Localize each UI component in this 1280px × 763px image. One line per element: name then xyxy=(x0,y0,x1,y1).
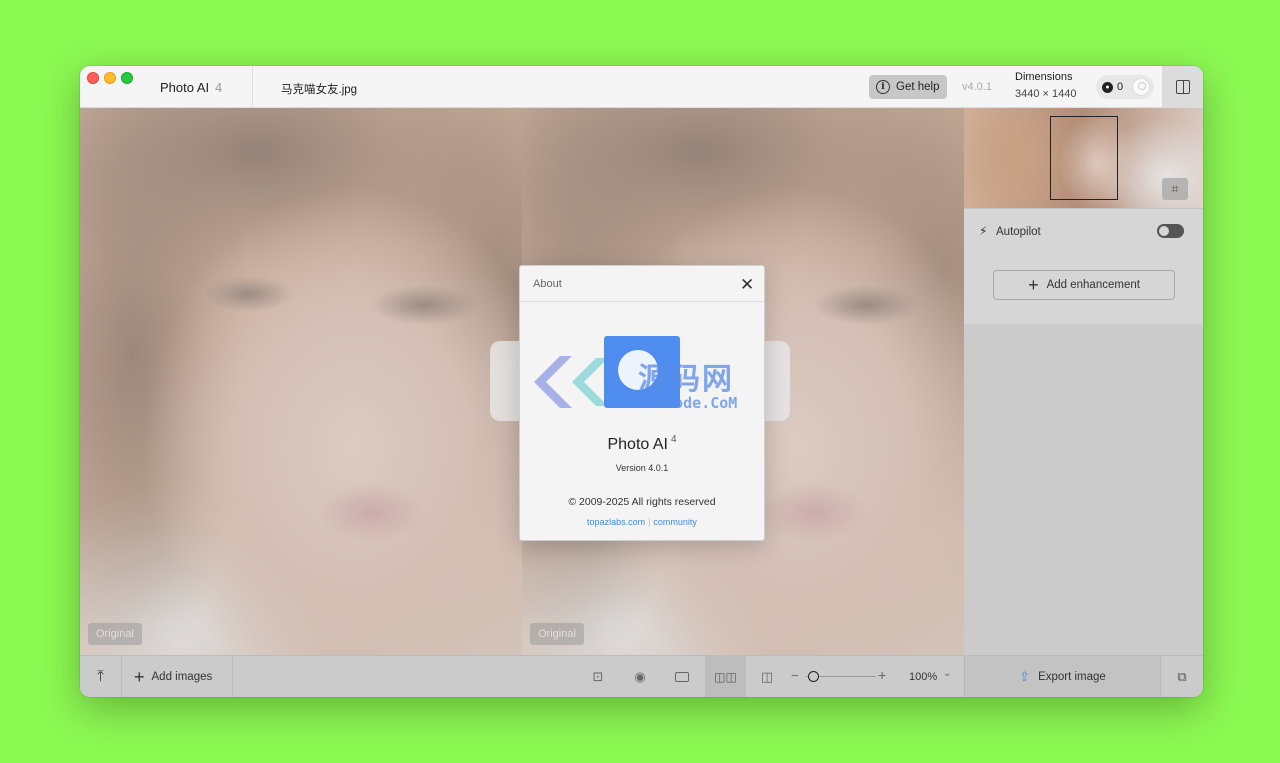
single-view-icon xyxy=(675,672,689,682)
zoom-out-button[interactable]: − xyxy=(791,668,799,683)
export-settings-button[interactable]: ⧉ xyxy=(1160,656,1203,697)
autopilot-label: Autopilot xyxy=(996,226,1041,238)
toolbar-divider xyxy=(232,656,233,697)
original-tag: Original xyxy=(530,623,584,645)
modal-dim-overlay xyxy=(80,108,522,655)
original-pane[interactable]: Original xyxy=(80,108,522,655)
title-bar: Photo AI 4 马克喵女友.jpg i Get help v4.0.1 D… xyxy=(80,66,1203,108)
right-sidebar: ⌗ ⚡ Autopilot + Add enhancement xyxy=(964,108,1203,655)
about-dialog: About ✕ 源码网 52Scode.CoM Photo AI 4 Versio… xyxy=(519,265,765,541)
dialog-copyright: © 2009-2025 All rights reserved xyxy=(568,496,716,508)
app-name: Photo AI xyxy=(160,80,210,95)
share-icon: ⇪ xyxy=(1019,669,1031,684)
info-icon: i xyxy=(876,80,890,94)
upload-button[interactable]: ⤒ xyxy=(80,656,122,697)
dialog-version: Version 4.0.1 xyxy=(615,463,669,473)
split-view-button[interactable]: ◫ xyxy=(755,666,779,688)
dialog-links: topazlabs.com | community xyxy=(520,517,764,527)
watermark-subtext: 52Scode.CoM xyxy=(638,394,738,412)
export-settings-icon: ⧉ xyxy=(1177,669,1187,684)
navigator-thumbnail[interactable]: ⌗ xyxy=(964,108,1203,208)
bolt-icon: ⚡ xyxy=(979,224,988,238)
dialog-app-major: 4 xyxy=(670,434,677,445)
avatar xyxy=(1132,78,1150,96)
navigator-viewport-frame[interactable] xyxy=(1050,116,1118,200)
credits-account-button[interactable]: ● 0 xyxy=(1096,75,1154,99)
crop-icon: ⌗ xyxy=(1171,181,1179,196)
bottom-toolbar: ⤒ + Add images ⊡ ◉ ◫◫ ◫ − + 100% ⌄ ⇪ Exp… xyxy=(80,655,1203,697)
close-window-button[interactable] xyxy=(87,72,99,84)
topazlabs-link[interactable]: topazlabs.com xyxy=(587,517,645,527)
zoom-value[interactable]: 100% xyxy=(909,671,937,683)
toggle-visibility-button[interactable]: ◉ xyxy=(628,666,652,688)
autopilot-toggle[interactable] xyxy=(1157,224,1184,238)
titlebar-divider xyxy=(252,66,253,108)
add-images-button[interactable]: + Add images xyxy=(134,668,212,686)
crop-button[interactable]: ⌗ xyxy=(1162,178,1188,200)
export-label: Export image xyxy=(1038,671,1106,683)
dialog-title: About xyxy=(533,278,562,290)
panel-toggle-icon xyxy=(1175,80,1190,94)
watermark-text: 源码网 xyxy=(638,362,734,397)
add-enhancement-button[interactable]: + Add enhancement xyxy=(993,270,1175,300)
add-images-label: Add images xyxy=(151,671,213,683)
file-name: 马克喵女友.jpg xyxy=(281,84,358,96)
face-scan-icon: ⊡ xyxy=(592,669,604,684)
minimize-window-button[interactable] xyxy=(104,72,116,84)
close-icon[interactable]: ✕ xyxy=(740,276,754,293)
zoom-window-button[interactable] xyxy=(121,72,133,84)
chevron-down-icon[interactable]: ⌄ xyxy=(943,668,951,679)
panel-toggle-button[interactable] xyxy=(1162,66,1203,108)
side-by-side-view-button[interactable]: ◫◫ xyxy=(705,656,746,697)
autopilot-section: ⚡ Autopilot + Add enhancement xyxy=(964,208,1203,324)
zoom-in-button[interactable]: + xyxy=(878,667,886,683)
dimensions-value: 3440 × 1440 xyxy=(1015,88,1077,100)
get-help-label: Get help xyxy=(896,81,940,93)
eye-icon: ◉ xyxy=(634,669,646,684)
dimensions-label: Dimensions xyxy=(1015,71,1073,83)
coin-icon: ● xyxy=(1102,81,1113,93)
app-major-version: 4 xyxy=(215,80,223,95)
app-version: v4.0.1 xyxy=(962,81,992,93)
get-help-button[interactable]: i Get help xyxy=(869,75,947,99)
plus-icon: + xyxy=(1028,275,1039,295)
add-enhancement-label: Add enhancement xyxy=(1046,279,1140,291)
export-image-button[interactable]: ⇪ Export image xyxy=(964,656,1160,697)
community-link[interactable]: community xyxy=(653,517,697,527)
credits-count: 0 xyxy=(1117,81,1124,93)
dialog-app-name-text: Photo AI xyxy=(607,436,668,453)
link-separator: | xyxy=(648,517,651,527)
dialog-app-name: Photo AI 4 xyxy=(520,434,764,454)
upload-icon: ⤒ xyxy=(96,668,105,685)
split-view-icon: ◫ xyxy=(760,669,774,684)
plus-icon: + xyxy=(134,667,145,687)
face-detect-button[interactable]: ⊡ xyxy=(586,666,610,688)
dialog-header: About ✕ xyxy=(520,266,764,302)
side-by-side-icon: ◫◫ xyxy=(714,670,737,684)
single-view-button[interactable] xyxy=(670,666,694,688)
app-logo: 源码网 52Scode.CoM xyxy=(520,302,764,422)
original-tag: Original xyxy=(88,623,142,645)
zoom-slider-handle[interactable] xyxy=(807,671,819,682)
